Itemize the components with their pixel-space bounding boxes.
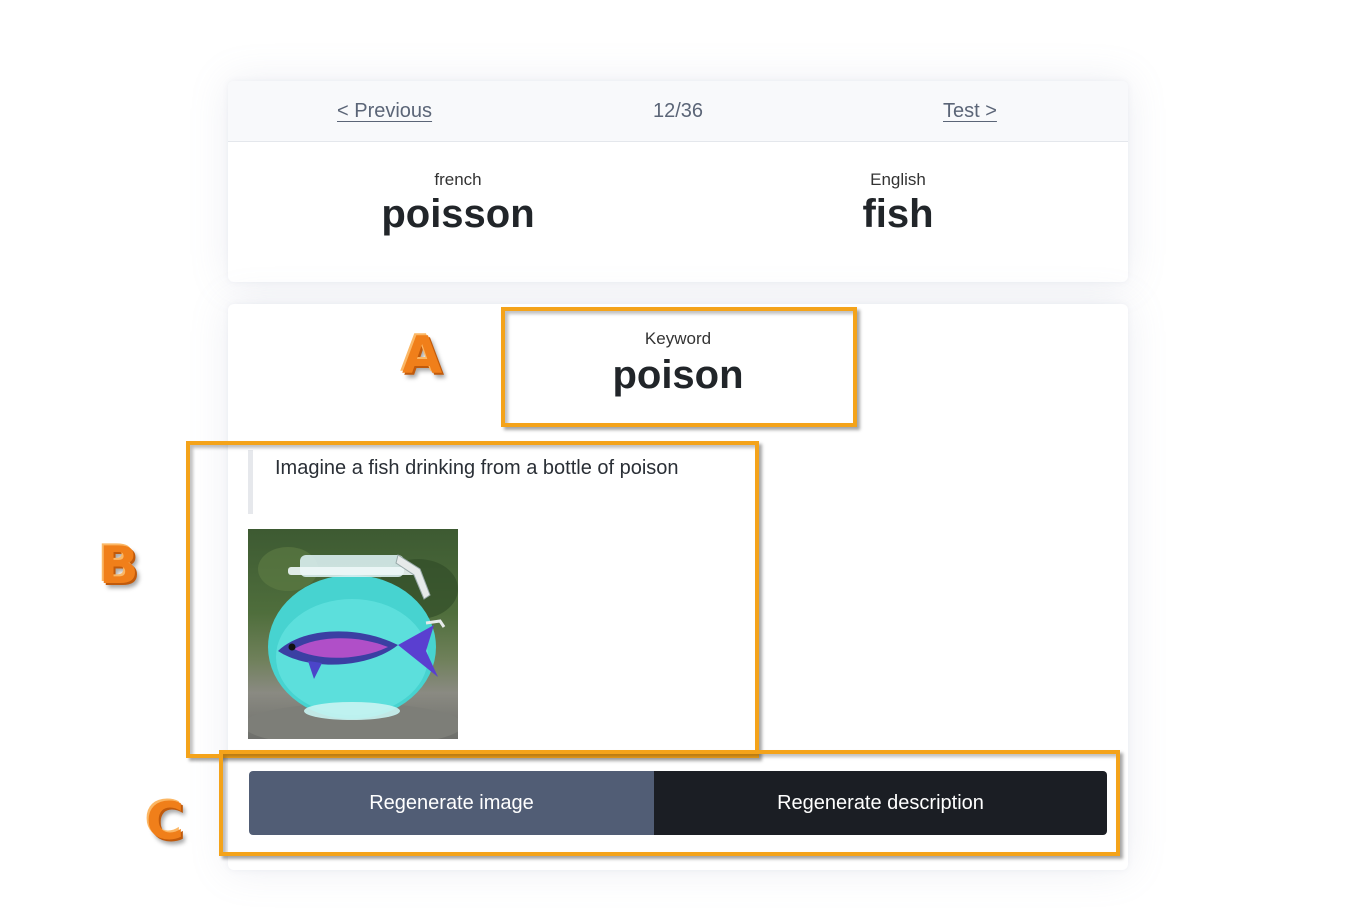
marker-c: C	[146, 792, 185, 852]
source-word-block: french poisson	[308, 169, 608, 237]
marker-a: A	[402, 326, 443, 386]
source-word: poisson	[381, 192, 535, 236]
marker-b: B	[99, 536, 139, 596]
target-word-block: English fish	[748, 169, 1048, 237]
highlight-box-c	[219, 750, 1120, 856]
target-language-label: English	[870, 170, 926, 189]
card-navigation: < Previous 12/36 Test >	[228, 81, 1128, 142]
test-link[interactable]: Test >	[943, 100, 997, 123]
source-language-label: french	[434, 170, 482, 189]
highlight-box-a	[501, 307, 857, 427]
highlight-box-b	[186, 441, 759, 758]
word-card: < Previous 12/36 Test > french poisson E…	[228, 81, 1128, 282]
target-word: fish	[862, 192, 934, 236]
